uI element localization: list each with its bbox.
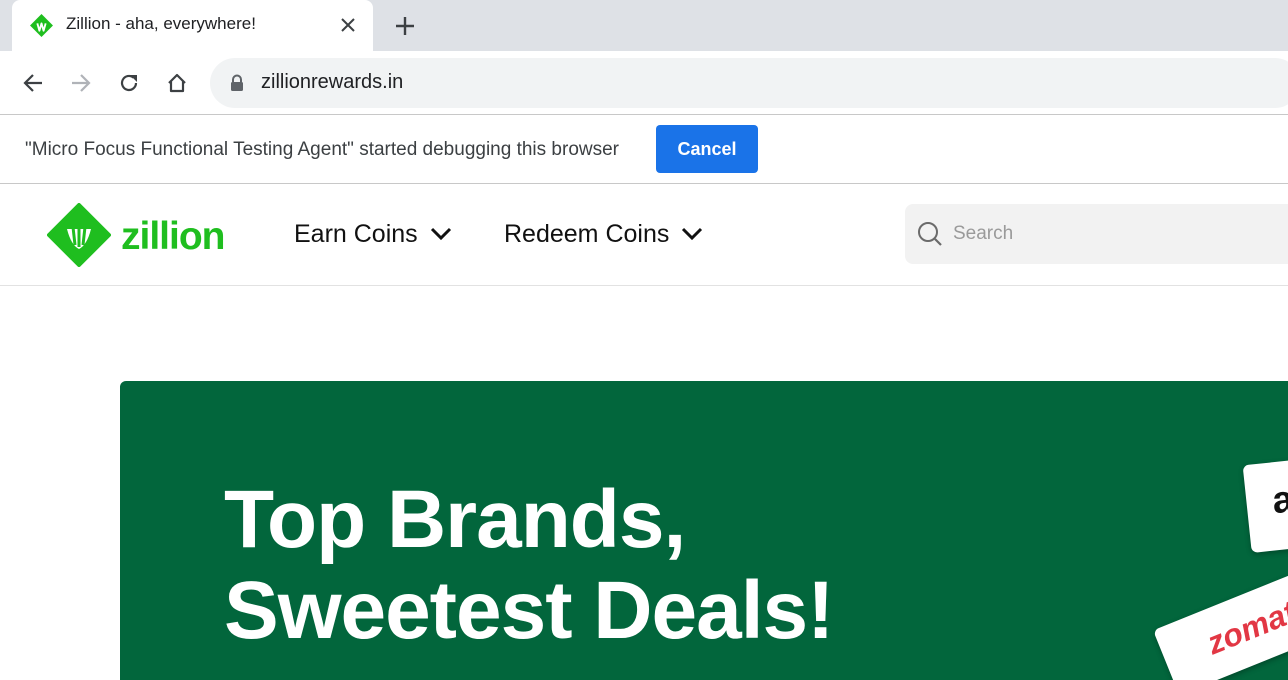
tab-title: Zillion - aha, everywhere!	[66, 14, 256, 33]
tab-strip: Zillion - aha, everywhere!	[0, 0, 1288, 52]
zillion-favicon-icon	[30, 14, 53, 37]
url-text[interactable]: zillionrewards.in	[261, 71, 403, 94]
lock-icon[interactable]	[229, 74, 245, 92]
chevron-down-icon	[430, 227, 451, 241]
search-icon	[918, 222, 942, 246]
brand-card-text: zomat	[1201, 593, 1288, 662]
search-box[interactable]	[905, 204, 1288, 264]
nav-redeem-coins[interactable]: Redeem Coins	[504, 218, 703, 250]
site-header: zillion Earn Coins Redeem Coins	[0, 184, 1288, 286]
browser-tab[interactable]: Zillion - aha, everywhere!	[12, 0, 373, 51]
nav-earn-coins-label: Earn Coins	[294, 219, 418, 248]
zillion-logo[interactable]: zillion	[47, 203, 237, 267]
infobar-message: "Micro Focus Functional Testing Agent" s…	[25, 139, 620, 160]
home-icon[interactable]	[161, 67, 193, 99]
hero-banner[interactable]: Top Brands, Sweetest Deals! a zomat	[120, 381, 1288, 680]
nav-redeem-coins-label: Redeem Coins	[504, 219, 670, 248]
brand-card-text: a	[1270, 478, 1288, 523]
logo-text: zillion	[121, 215, 225, 258]
debugging-infobar: "Micro Focus Functional Testing Agent" s…	[0, 114, 1288, 184]
browser-toolbar: zillionrewards.in	[0, 51, 1288, 114]
plus-icon[interactable]	[390, 11, 420, 41]
close-icon[interactable]	[335, 12, 361, 38]
zillion-logo-icon	[47, 203, 111, 267]
forward-arrow-icon[interactable]	[65, 67, 97, 99]
chevron-down-icon	[682, 227, 703, 241]
banner-headline-line-2: Sweetest Deals!	[224, 565, 834, 656]
banner-headline-line-1: Top Brands,	[224, 474, 686, 565]
brand-card: a	[1242, 457, 1288, 553]
nav-earn-coins[interactable]: Earn Coins	[294, 218, 452, 250]
reload-icon[interactable]	[113, 67, 145, 99]
brand-card-zomato: zomat	[1153, 566, 1288, 680]
search-input[interactable]	[953, 218, 1283, 250]
cancel-button[interactable]: Cancel	[656, 125, 758, 173]
back-arrow-icon[interactable]	[17, 67, 49, 99]
address-bar[interactable]: zillionrewards.in	[210, 58, 1288, 108]
